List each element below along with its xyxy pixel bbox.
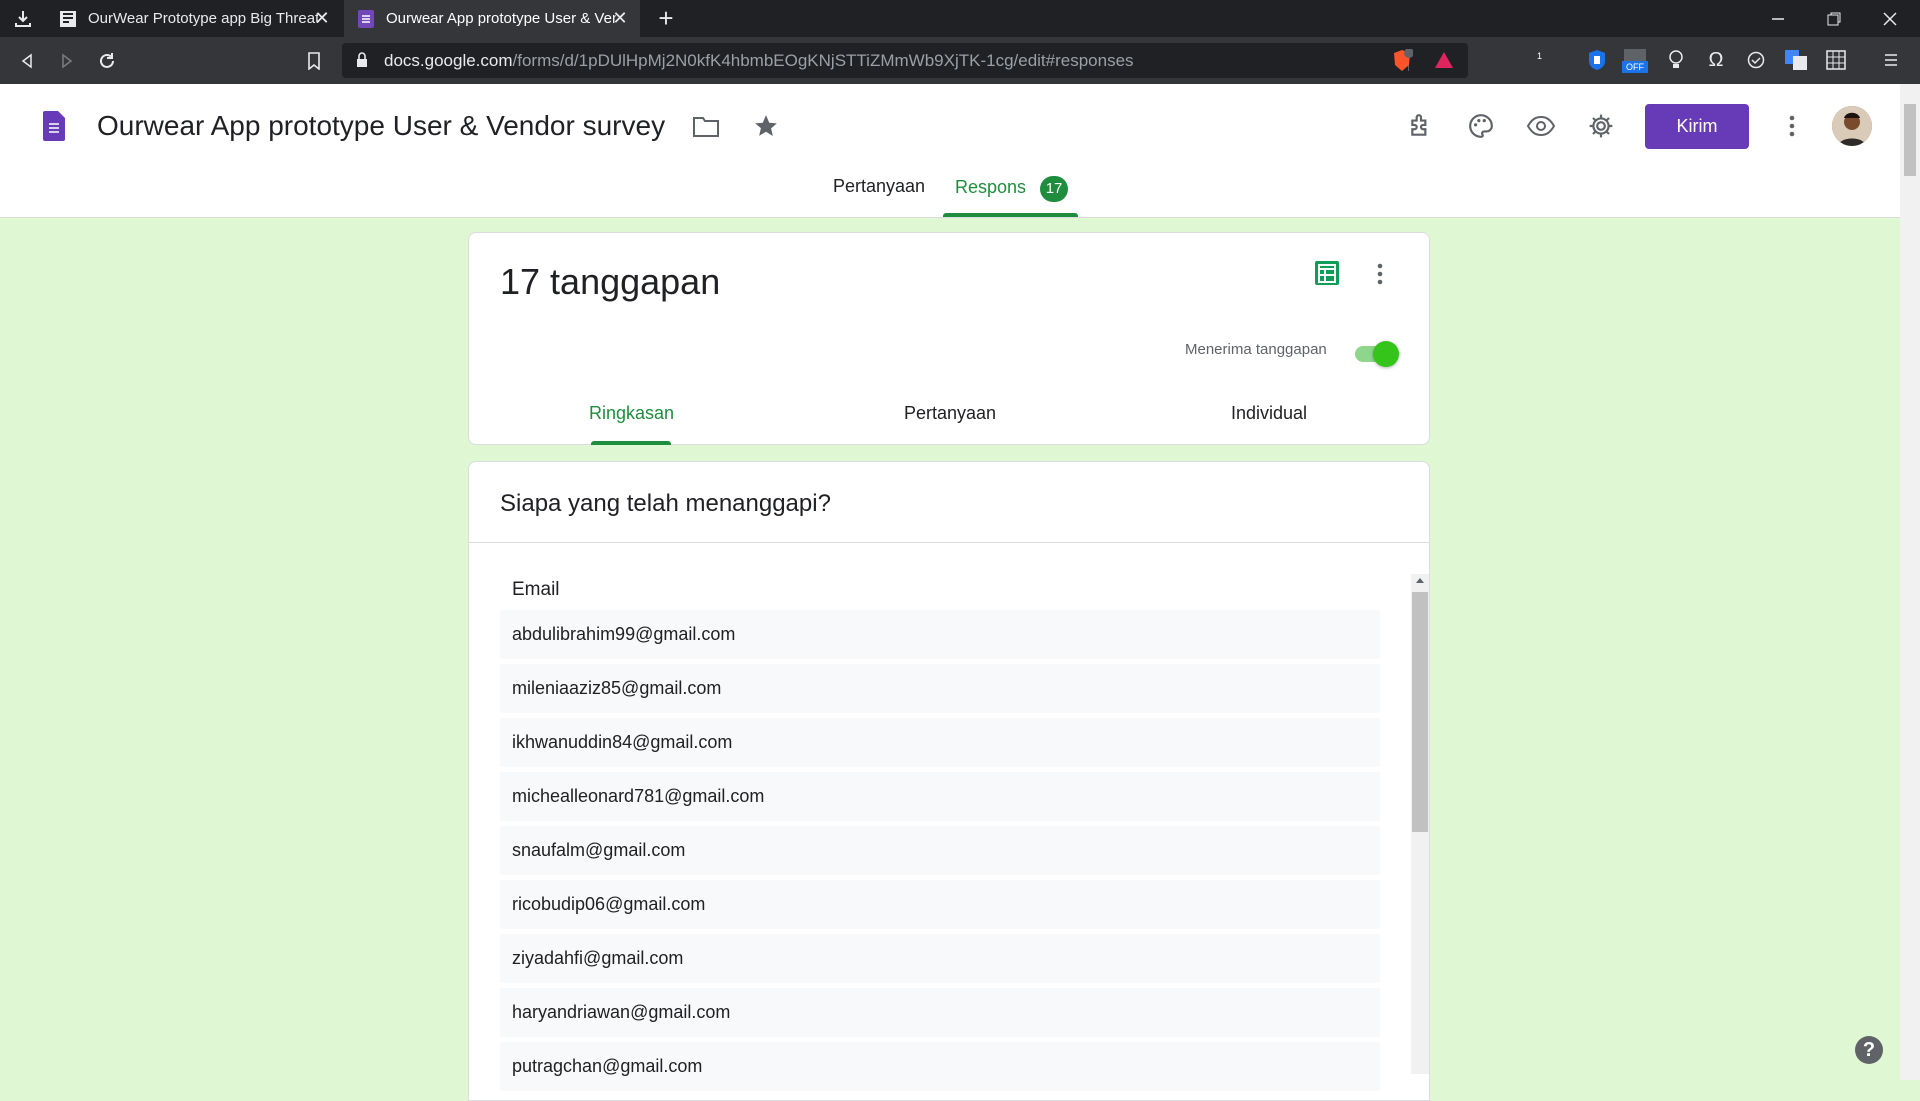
omega-extension-icon[interactable]: Ω <box>1703 47 1729 73</box>
new-tab-icon[interactable]: + <box>652 4 680 32</box>
tab-questions[interactable]: Pertanyaan <box>833 176 925 216</box>
folder-icon[interactable] <box>688 108 724 144</box>
create-spreadsheet-icon[interactable] <box>1315 261 1339 290</box>
address-bar[interactable]: docs.google.com/forms/d/1pDUlHpMj2N0kfK4… <box>342 43 1542 78</box>
off-extension-icon[interactable]: OFF <box>1622 47 1648 73</box>
close-window-icon[interactable] <box>1862 0 1918 37</box>
toggle-knob <box>1373 341 1399 367</box>
accepting-responses-toggle[interactable] <box>1353 340 1401 368</box>
subtab-summary[interactable]: Ringkasan <box>589 403 674 424</box>
brave-shield-icon[interactable] <box>1391 48 1414 78</box>
active-tab-indicator <box>943 213 1078 217</box>
tab-responses-label: Respons <box>955 177 1027 197</box>
brave-rewards-icon[interactable] <box>1434 51 1454 74</box>
restore-icon[interactable] <box>1806 0 1862 37</box>
shield-badge: 1 <box>1537 51 1543 61</box>
tab-title: Ourwear App prototype User & Vendor surv… <box>386 10 616 27</box>
document-favicon-icon <box>58 9 78 29</box>
list-item: mileniaaziz85@gmail.com <box>500 664 1380 713</box>
page-scrollbar-thumb[interactable] <box>1904 104 1916 176</box>
browser-tab-1[interactable]: OurWear Prototype app Big Threat ✕ <box>46 0 342 37</box>
menu-icon[interactable] <box>1878 47 1904 73</box>
bookmark-icon[interactable] <box>299 46 329 76</box>
preview-eye-icon[interactable] <box>1523 108 1559 144</box>
email-list-scrollbar-thumb[interactable] <box>1412 592 1428 832</box>
more-options-icon[interactable] <box>1377 263 1383 290</box>
lock-icon <box>356 52 368 73</box>
form-title[interactable]: Ourwear App prototype User & Vendor surv… <box>97 110 665 142</box>
minimize-icon[interactable] <box>1750 0 1806 37</box>
download-icon[interactable] <box>10 6 36 32</box>
url-text: docs.google.com/forms/d/1pDUlHpMj2N0kfK4… <box>384 51 1134 70</box>
list-item: ziyadahfi@gmail.com <box>500 934 1380 983</box>
scroll-up-arrow-icon[interactable] <box>1416 578 1424 583</box>
who-responded-card: Siapa yang telah menanggapi? Email abdul… <box>468 461 1430 1101</box>
send-button[interactable]: Kirim <box>1645 104 1749 149</box>
close-tab-icon[interactable]: ✕ <box>610 8 630 28</box>
lightbulb-extension-icon[interactable] <box>1663 47 1689 73</box>
responses-summary-card: 17 tanggapan Menerima tanggapan Ringkasa… <box>468 232 1430 445</box>
list-item: michealleonard781@gmail.com <box>500 772 1380 821</box>
responses-count-heading: 17 tanggapan <box>500 261 721 302</box>
google-forms-logo-icon[interactable] <box>43 111 65 146</box>
back-icon[interactable] <box>12 46 42 76</box>
forward-icon[interactable] <box>52 46 82 76</box>
reload-icon[interactable] <box>92 46 122 76</box>
ublock-extension-icon[interactable] <box>1584 47 1610 73</box>
check-circle-extension-icon[interactable] <box>1743 47 1769 73</box>
browser-tab-2[interactable]: Ourwear App prototype User & Vendor surv… <box>344 0 640 37</box>
email-list-scrollbar[interactable] <box>1411 574 1429 1074</box>
forms-header: Ourwear App prototype User & Vendor surv… <box>0 84 1900 218</box>
card-divider <box>469 542 1429 543</box>
list-item: ricobudip06@gmail.com <box>500 880 1380 929</box>
tab-responses[interactable]: Respons 17 <box>955 176 1069 216</box>
list-item: snaufalm@gmail.com <box>500 826 1380 875</box>
calculator-extension-icon[interactable] <box>1823 47 1849 73</box>
browser-toolbar: docs.google.com/forms/d/1pDUlHpMj2N0kfK4… <box>0 37 1920 84</box>
email-column-header: Email <box>512 579 560 600</box>
translate-extension-icon[interactable] <box>1783 47 1809 73</box>
list-item: abdulibrahim99@gmail.com <box>500 610 1380 659</box>
list-item: ikhwanuddin84@gmail.com <box>500 718 1380 767</box>
email-list: abdulibrahim99@gmail.com mileniaaziz85@g… <box>500 610 1380 1096</box>
response-count-badge: 17 <box>1040 176 1069 202</box>
active-subtab-indicator <box>591 441 671 445</box>
browser-tab-bar: OurWear Prototype app Big Threat ✕ Ourwe… <box>0 0 1920 37</box>
who-responded-heading: Siapa yang telah menanggapi? <box>500 490 831 517</box>
list-item: haryandriawan@gmail.com <box>500 988 1380 1037</box>
accepting-responses-label: Menerima tanggapan <box>1185 341 1327 358</box>
settings-gear-icon[interactable] <box>1583 108 1619 144</box>
close-tab-icon[interactable]: ✕ <box>312 8 332 28</box>
star-icon[interactable] <box>748 108 784 144</box>
add-ons-puzzle-icon[interactable] <box>1403 108 1439 144</box>
account-avatar[interactable] <box>1832 106 1872 146</box>
more-options-icon[interactable] <box>1774 108 1810 144</box>
forms-favicon-icon <box>356 9 376 29</box>
tab-title: OurWear Prototype app Big Threat <box>88 10 318 27</box>
subtab-individual[interactable]: Individual <box>1231 403 1307 424</box>
subtab-question[interactable]: Pertanyaan <box>904 403 996 424</box>
help-icon[interactable]: ? <box>1855 1036 1883 1064</box>
palette-icon[interactable] <box>1463 108 1499 144</box>
page-scrollbar[interactable] <box>1900 84 1920 1080</box>
list-item: putragchan@gmail.com <box>500 1042 1380 1091</box>
